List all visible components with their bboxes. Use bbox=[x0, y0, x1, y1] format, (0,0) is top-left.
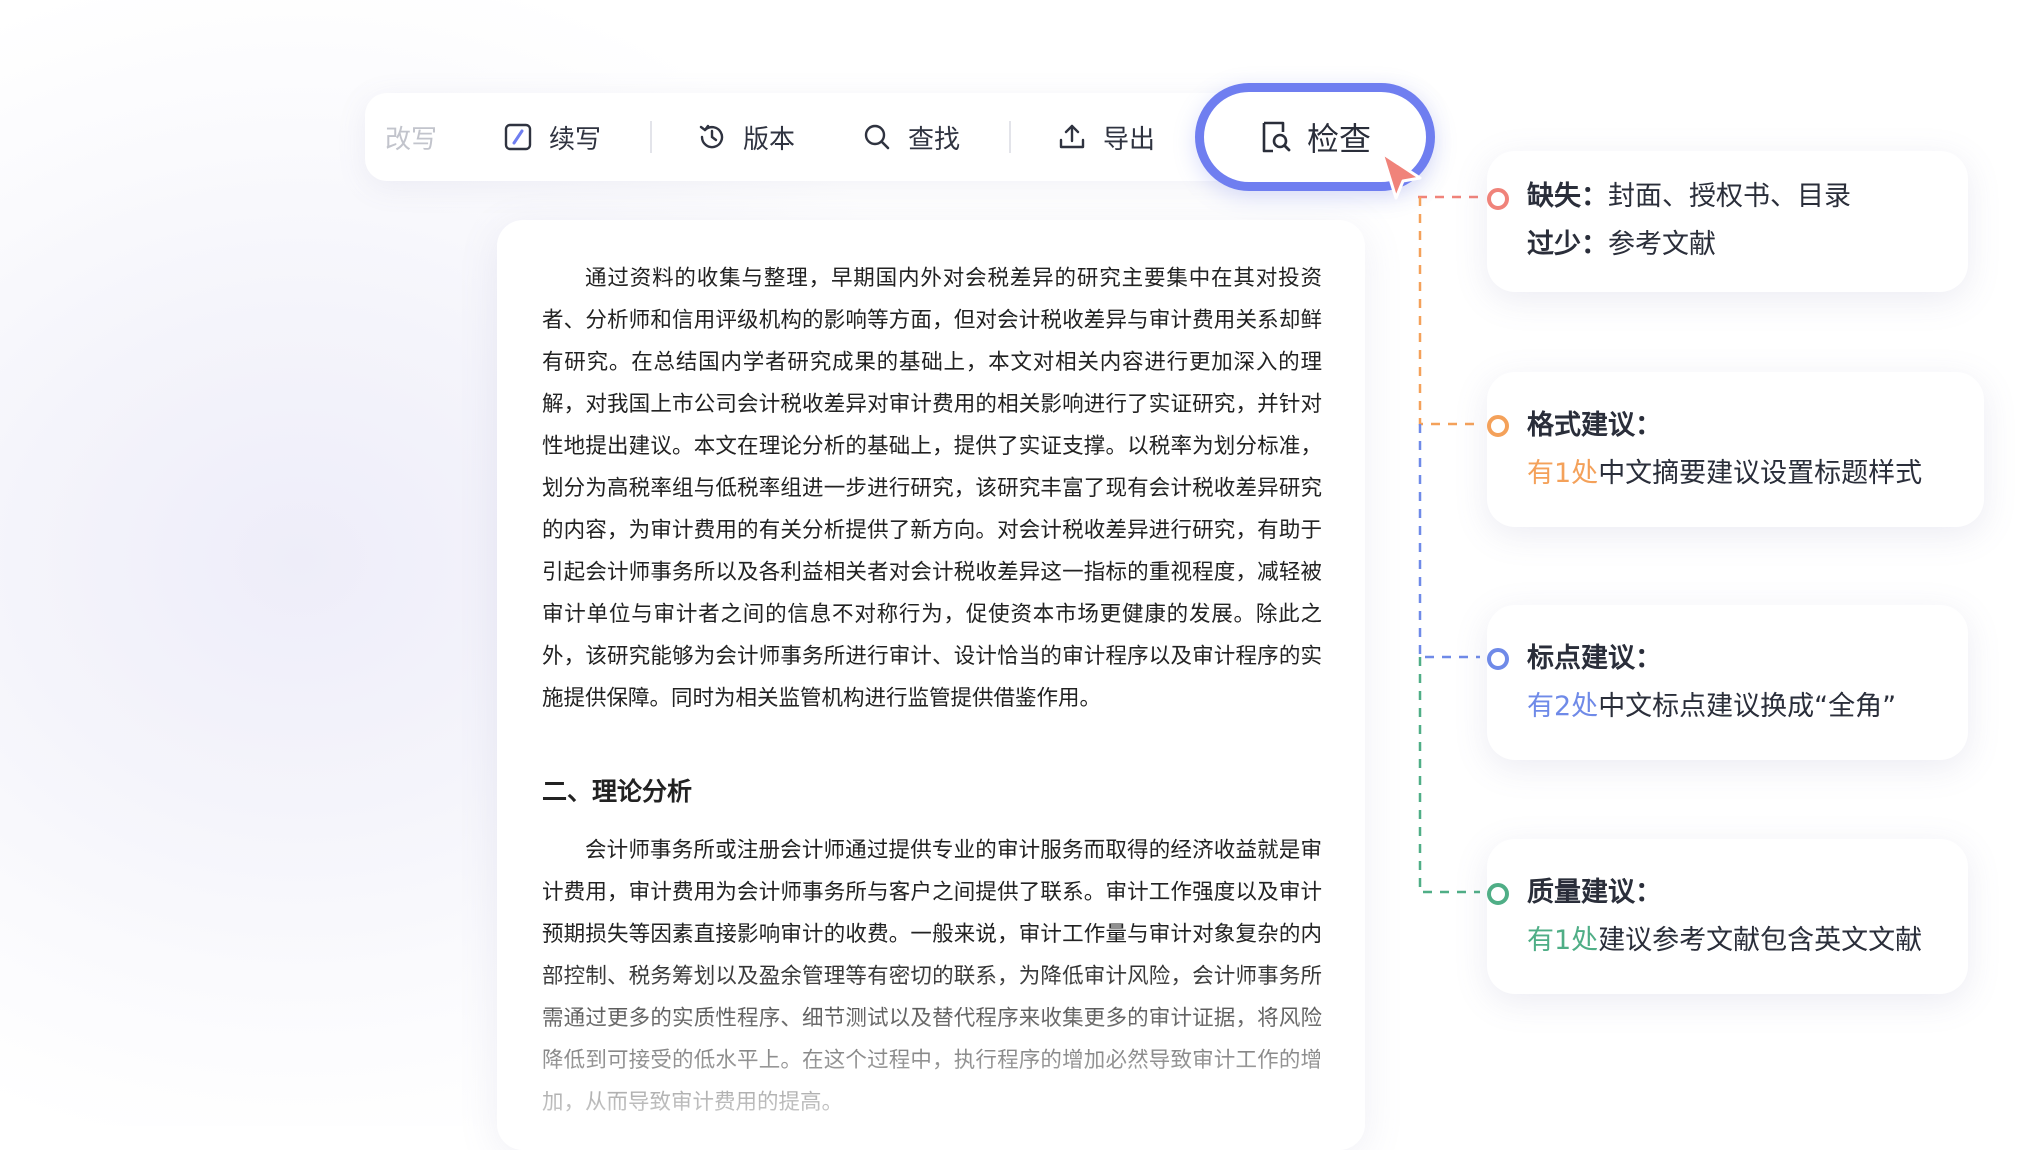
rewrite-button[interactable]: 改写 bbox=[385, 93, 437, 181]
doc-search-icon bbox=[1262, 121, 1291, 153]
missing-marker bbox=[1487, 188, 1509, 210]
continue-writing-label: 续写 bbox=[549, 124, 602, 155]
toolbar-divider bbox=[650, 121, 652, 153]
format-title: 格式建议： bbox=[1527, 410, 1662, 441]
pointer-cursor-icon bbox=[1380, 151, 1422, 200]
document-paragraph: 会计师事务所或注册会计师通过提供专业的审计服务而取得的经济收益就是审计费用，审计… bbox=[542, 838, 1322, 1115]
find-button[interactable]: 查找 bbox=[862, 93, 960, 181]
check-label: 检查 bbox=[1306, 120, 1371, 158]
find-label: 查找 bbox=[908, 124, 961, 155]
history-icon bbox=[699, 124, 724, 149]
edit-pen-icon bbox=[504, 123, 532, 151]
quality-title: 质量建议： bbox=[1527, 877, 1662, 908]
document-paragraph: 通过资料的收集与整理，早期国内外对会税差异的研究主要集中在其对投资者、分析师和信… bbox=[542, 266, 1322, 711]
result-card-punctuation[interactable]: 标点建议： 有2处中文标点建议换成“全角” bbox=[1487, 605, 1968, 760]
result-card-quality[interactable]: 质量建议： 有1处建议参考文献包含英文文献 bbox=[1487, 839, 1968, 994]
continue-writing-button[interactable]: 续写 bbox=[503, 93, 601, 181]
result-card-missing[interactable]: 缺失：封面、授权书、目录 过少：参考文献 bbox=[1487, 151, 1968, 292]
missing-colon: ： bbox=[1581, 181, 1608, 212]
too-few-title: 过少 bbox=[1527, 229, 1581, 260]
format-text: 中文摘要建议设置标题样式 bbox=[1598, 458, 1923, 489]
toolbar-divider bbox=[1009, 121, 1011, 153]
format-count: 有1处 bbox=[1527, 458, 1599, 489]
punctuation-marker bbox=[1487, 648, 1509, 670]
too-few-line: 过少：参考文献 bbox=[1527, 221, 1928, 269]
quality-text: 建议参考文献包含英文文献 bbox=[1598, 925, 1923, 956]
export-button[interactable]: 导出 bbox=[1057, 93, 1155, 181]
too-few-items: 参考文献 bbox=[1608, 229, 1716, 260]
format-marker bbox=[1487, 415, 1509, 437]
upload-export-icon bbox=[1059, 124, 1085, 149]
quality-count: 有1处 bbox=[1527, 925, 1599, 956]
section-heading: 二、理论分析 bbox=[542, 777, 693, 806]
rewrite-label: 改写 bbox=[385, 124, 438, 155]
missing-title: 缺失 bbox=[1527, 181, 1581, 212]
document-page: 通过资料的收集与整理，早期国内外对会税差异的研究主要集中在其对投资者、分析师和信… bbox=[497, 220, 1365, 1150]
version-button[interactable]: 版本 bbox=[697, 93, 795, 181]
punctuation-text: 中文标点建议换成“全角” bbox=[1598, 691, 1897, 722]
punctuation-title: 标点建议： bbox=[1527, 643, 1662, 674]
missing-items: 封面、授权书、目录 bbox=[1608, 181, 1851, 212]
quality-marker bbox=[1487, 883, 1509, 905]
punctuation-count: 有2处 bbox=[1527, 691, 1599, 722]
search-icon bbox=[864, 124, 890, 150]
version-label: 版本 bbox=[743, 124, 796, 155]
result-card-format[interactable]: 格式建议： 有1处中文摘要建议设置标题样式 bbox=[1487, 372, 1984, 527]
missing-line: 缺失：封面、授权书、目录 bbox=[1527, 173, 1928, 221]
too-few-colon: ： bbox=[1581, 229, 1608, 260]
export-label: 导出 bbox=[1103, 124, 1156, 155]
